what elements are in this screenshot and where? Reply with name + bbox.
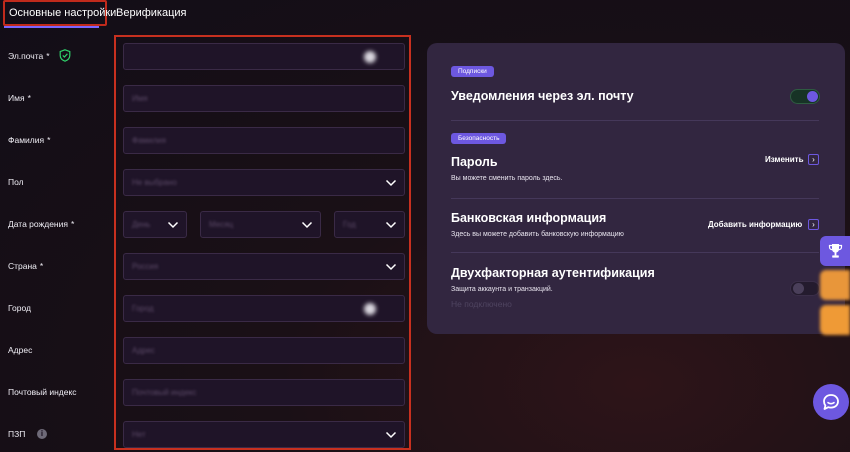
- email-notifications-title: Уведомления через эл. почту: [451, 89, 634, 103]
- trophy-icon: [828, 244, 843, 258]
- address-label-text: Адрес: [8, 345, 33, 355]
- chat-icon: [823, 394, 839, 410]
- birth-date-label-text: Дата рождения: [8, 219, 68, 229]
- pep-placeholder: Нет: [132, 430, 146, 439]
- tab-verification-label: Верификация: [116, 7, 187, 19]
- first-name-input[interactable]: Имя: [123, 85, 405, 112]
- gender-label-text: Пол: [8, 177, 24, 187]
- last-name-label: Фамилия *: [8, 134, 50, 146]
- security-chip: Безопасность: [451, 133, 507, 144]
- address-label: Адрес: [8, 344, 32, 356]
- birth-month-placeholder: Месяц: [209, 220, 234, 229]
- first-name-placeholder: Имя: [132, 94, 148, 103]
- chevron-down-icon: [167, 221, 179, 229]
- country-select[interactable]: Россия: [123, 253, 405, 280]
- tab-main-settings[interactable]: Основные настройки: [3, 0, 116, 26]
- email-label: Эл.почта *: [8, 49, 71, 62]
- birth-day-placeholder: День: [132, 220, 151, 229]
- pep-select[interactable]: Нет: [123, 421, 405, 448]
- postal-code-placeholder: Почтовый индекс: [132, 388, 197, 397]
- gender-placeholder: Не выбрано: [132, 178, 177, 187]
- chevron-down-icon: [385, 179, 397, 187]
- last-name-input[interactable]: Фамилия: [123, 127, 405, 154]
- required-mark: *: [70, 219, 75, 229]
- address-input[interactable]: Адрес: [123, 337, 405, 364]
- postal-code-label: Почтовый индекс: [8, 386, 77, 398]
- city-label: Город: [8, 302, 31, 314]
- chevron-right-icon[interactable]: ›: [808, 154, 819, 165]
- support-chat-button[interactable]: [813, 384, 849, 420]
- tournaments-side-tab[interactable]: [820, 236, 850, 266]
- birth-date-label: Дата рождения *: [8, 218, 74, 230]
- info-icon[interactable]: i: [37, 429, 47, 439]
- required-mark: *: [46, 51, 50, 61]
- chevron-down-icon: [385, 431, 397, 439]
- bank-info-title: Банковская информация: [451, 211, 607, 225]
- address-placeholder: Адрес: [132, 346, 155, 355]
- pep-label-text: ПЗП: [8, 429, 26, 439]
- required-mark: *: [27, 93, 31, 103]
- promo-side-tab[interactable]: [820, 305, 850, 335]
- active-tab-indicator: [4, 26, 99, 28]
- chevron-down-icon: [385, 263, 397, 271]
- bank-info-description: Здесь вы можете добавить банковскую инфо…: [451, 231, 624, 238]
- password-title: Пароль: [451, 155, 498, 169]
- divider: [451, 198, 819, 199]
- email-field[interactable]: [123, 43, 405, 70]
- city-placeholder: Город: [132, 304, 154, 313]
- tab-verification[interactable]: Верификация: [116, 0, 187, 26]
- tab-main-settings-label: Основные настройки: [9, 7, 117, 19]
- birth-year-select[interactable]: Год: [334, 211, 405, 238]
- chevron-right-icon[interactable]: ›: [808, 219, 819, 230]
- shield-check-icon: [59, 49, 71, 62]
- pep-label: ПЗП i: [8, 428, 47, 440]
- email-notifications-toggle[interactable]: [790, 89, 820, 104]
- city-input[interactable]: Город: [123, 295, 405, 322]
- chevron-down-icon: [301, 221, 313, 229]
- clear-icon[interactable]: [364, 303, 376, 315]
- first-name-label: Имя *: [8, 92, 31, 104]
- two-factor-status: Не подключено: [451, 299, 512, 309]
- country-label: Страна *: [8, 260, 43, 272]
- divider: [451, 252, 819, 253]
- postal-code-label-text: Почтовый индекс: [8, 387, 77, 397]
- bonuses-side-tab[interactable]: [820, 270, 850, 300]
- toggle-knob: [807, 91, 818, 102]
- toggle-knob: [793, 283, 804, 294]
- required-mark: *: [47, 135, 51, 145]
- birth-month-select[interactable]: Месяц: [200, 211, 321, 238]
- last-name-label-text: Фамилия: [8, 135, 45, 145]
- first-name-label-text: Имя: [8, 93, 25, 103]
- postal-code-input[interactable]: Почтовый индекс: [123, 379, 405, 406]
- email-label-text: Эл.почта: [8, 51, 44, 61]
- password-description: Вы можете сменить пароль здесь.: [451, 175, 563, 182]
- birth-year-placeholder: Год: [343, 220, 356, 229]
- settings-tabs: Основные настройки Верификация: [0, 0, 420, 30]
- account-settings-panel: Подписки Уведомления через эл. почту Без…: [427, 43, 845, 334]
- gender-select[interactable]: Не выбрано: [123, 169, 405, 196]
- gender-label: Пол: [8, 176, 24, 188]
- birth-day-select[interactable]: День: [123, 211, 187, 238]
- two-factor-title: Двухфакторная аутентификация: [451, 266, 655, 280]
- last-name-placeholder: Фамилия: [132, 136, 166, 145]
- clear-icon[interactable]: [364, 51, 376, 63]
- required-mark: *: [39, 261, 44, 271]
- country-value: Россия: [132, 262, 159, 271]
- two-factor-toggle[interactable]: [790, 281, 820, 296]
- two-factor-description: Защита аккаунта и транзакций.: [451, 286, 553, 293]
- chevron-down-icon: [385, 221, 397, 229]
- add-bank-info-link[interactable]: Добавить информацию: [708, 220, 802, 229]
- change-password-link[interactable]: Изменить: [765, 155, 803, 164]
- city-label-text: Город: [8, 303, 31, 313]
- divider: [451, 120, 819, 121]
- country-label-text: Страна: [8, 261, 37, 271]
- subscriptions-chip: Подписки: [451, 66, 494, 77]
